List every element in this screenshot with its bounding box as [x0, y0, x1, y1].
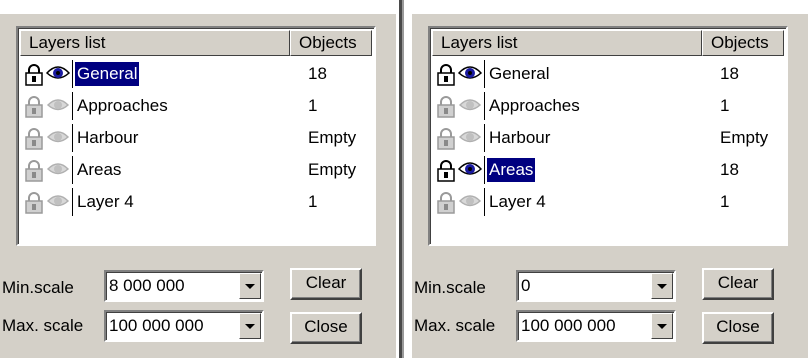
eye-hidden-icon[interactable] [46, 127, 70, 147]
layer-object-count: 18 [720, 160, 739, 179]
layer-object-count: 18 [308, 64, 327, 83]
layer-object-count: Empty [308, 160, 357, 179]
column-header-layers-list[interactable]: Layers list [432, 30, 702, 56]
layer-row[interactable]: Harbour Empty [434, 122, 784, 154]
layers-list-header: Layers list Objects [20, 30, 372, 56]
lock-open-icon[interactable] [436, 64, 456, 86]
layer-row[interactable]: Approaches 1 [434, 90, 784, 122]
lock-icon[interactable] [24, 96, 44, 118]
lock-icon[interactable] [24, 192, 44, 214]
clear-button[interactable]: Clear [290, 268, 362, 300]
layer-object-count: 1 [720, 96, 730, 115]
lock-icon[interactable] [436, 128, 456, 150]
max-scale-value[interactable]: 100 000 000 [109, 315, 204, 337]
eye-hidden-icon[interactable] [458, 191, 482, 211]
eye-hidden-icon[interactable] [46, 159, 70, 179]
row-separator [72, 156, 73, 184]
panel-divider-highlight [402, 0, 404, 358]
eye-icon[interactable] [457, 159, 483, 179]
min-scale-combo[interactable]: 8 000 000 [104, 270, 264, 302]
layer-object-count: Empty [720, 128, 769, 147]
eye-hidden-icon[interactable] [458, 127, 482, 147]
layer-name[interactable]: Harbour [487, 126, 552, 150]
layers-list[interactable]: Layers list Objects General 18 Approaches 1 Ha… [428, 26, 788, 246]
layers-panel-right: Layers list Objects General 18 Approaches 1 Ha… [412, 14, 808, 358]
layer-object-count: 1 [308, 192, 318, 211]
layer-name[interactable]: Approaches [75, 94, 170, 118]
min-scale-value[interactable]: 8 000 000 [109, 275, 185, 297]
max-scale-combo[interactable]: 100 000 000 [104, 310, 264, 342]
row-separator [72, 60, 73, 88]
chevron-down-icon[interactable] [651, 273, 673, 299]
layer-row[interactable]: General 18 [22, 58, 372, 90]
chevron-down-icon[interactable] [239, 313, 261, 339]
min-scale-label: Min.scale [2, 278, 74, 297]
layer-object-count: 1 [720, 192, 730, 211]
close-button[interactable]: Close [702, 312, 774, 344]
layers-panel-left: Layers list Objects General 18 Approaches 1 Ha… [0, 14, 396, 358]
lock-open-icon[interactable] [436, 160, 456, 182]
layer-name[interactable]: General [487, 62, 551, 86]
column-header-layers-list[interactable]: Layers list [20, 30, 290, 56]
layer-row[interactable]: Layer 4 1 [22, 186, 372, 218]
layer-name[interactable]: Approaches [487, 94, 582, 118]
layers-list[interactable]: Layers list Objects General 18 Approaches 1 Ha… [16, 26, 376, 246]
column-header-objects[interactable]: Objects [290, 30, 372, 56]
layers-list-header: Layers list Objects [432, 30, 784, 56]
max-scale-combo[interactable]: 100 000 000 [516, 310, 676, 342]
max-scale-label: Max. scale [2, 316, 84, 335]
eye-hidden-icon[interactable] [46, 95, 70, 115]
layer-row[interactable]: Harbour Empty [22, 122, 372, 154]
lock-icon[interactable] [24, 128, 44, 150]
layer-name[interactable]: Harbour [75, 126, 140, 150]
layer-name[interactable]: Areas [487, 158, 536, 182]
row-separator [72, 188, 73, 216]
layer-name[interactable]: Layer 4 [487, 190, 548, 214]
min-scale-label: Min.scale [414, 278, 486, 297]
max-scale-label: Max. scale [414, 316, 496, 335]
close-button[interactable]: Close [290, 312, 362, 344]
layer-object-count: 18 [720, 64, 739, 83]
eye-hidden-icon[interactable] [458, 95, 482, 115]
layer-object-count: 1 [308, 96, 318, 115]
min-scale-value[interactable]: 0 [521, 275, 530, 297]
max-scale-value[interactable]: 100 000 000 [521, 315, 616, 337]
layer-object-count: Empty [308, 128, 357, 147]
layer-row[interactable]: Approaches 1 [22, 90, 372, 122]
layer-row[interactable]: General 18 [434, 58, 784, 90]
row-separator [484, 156, 485, 184]
row-separator [484, 124, 485, 152]
eye-hidden-icon[interactable] [46, 191, 70, 211]
layer-name[interactable]: General [75, 62, 140, 86]
layer-name[interactable]: Areas [75, 158, 123, 182]
chevron-down-icon[interactable] [239, 273, 261, 299]
lock-open-icon[interactable] [24, 64, 44, 86]
layer-row[interactable]: Areas Empty [22, 154, 372, 186]
column-header-objects[interactable]: Objects [702, 30, 784, 56]
lock-icon[interactable] [436, 96, 456, 118]
min-scale-combo[interactable]: 0 [516, 270, 676, 302]
eye-icon[interactable] [457, 63, 483, 83]
layer-name[interactable]: Layer 4 [75, 190, 136, 214]
chevron-down-icon[interactable] [651, 313, 673, 339]
eye-icon[interactable] [45, 63, 71, 83]
row-separator [72, 92, 73, 120]
clear-button[interactable]: Clear [702, 268, 774, 300]
layer-row[interactable]: Areas 18 [434, 154, 784, 186]
lock-icon[interactable] [436, 192, 456, 214]
row-separator [72, 124, 73, 152]
row-separator [484, 188, 485, 216]
layer-row[interactable]: Layer 4 1 [434, 186, 784, 218]
lock-icon[interactable] [24, 160, 44, 182]
row-separator [484, 92, 485, 120]
row-separator [484, 60, 485, 88]
